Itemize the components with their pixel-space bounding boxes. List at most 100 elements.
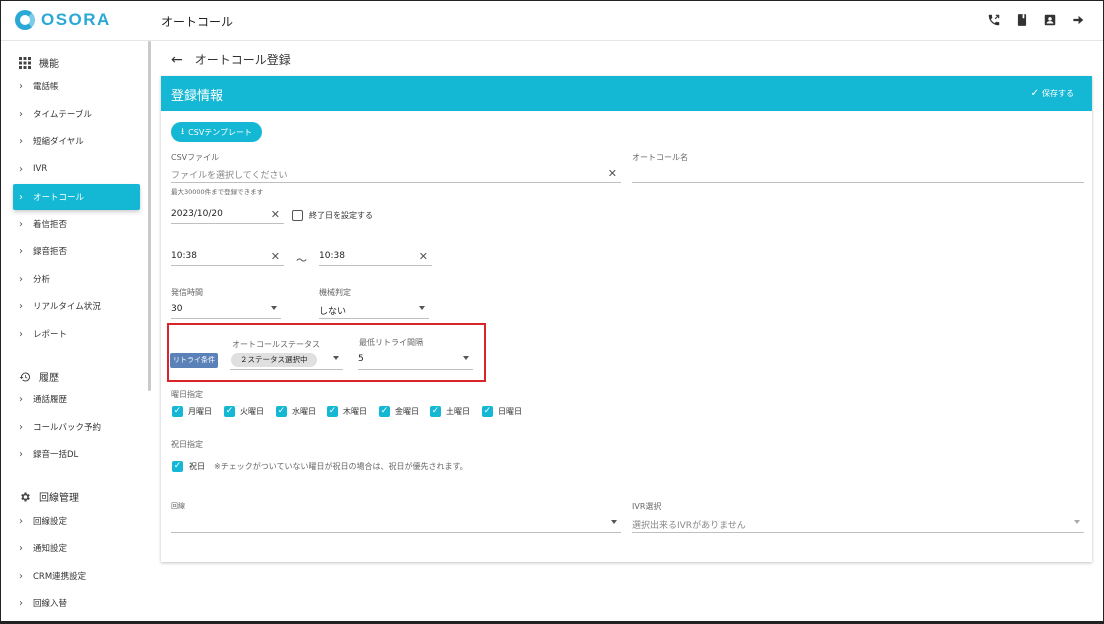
friday-label: 金曜日 [395, 407, 419, 416]
end-time-input[interactable]: 10:38 ✕ [319, 248, 432, 266]
line-select[interactable] [171, 515, 621, 533]
apps-grid-icon [19, 56, 31, 69]
sidebar-item-recording-download[interactable]: › 録音一括DL [13, 441, 140, 467]
chevron-right-icon: › [19, 218, 23, 230]
sidebar-item-line-settings[interactable]: › 回線設定 [13, 508, 140, 534]
csv-file-label: CSVファイル [171, 153, 220, 162]
retry-interval-label: 最低リトライ間隔 [359, 338, 423, 347]
dropdown-arrow-icon [463, 356, 469, 360]
machine-detection-select[interactable]: しない [319, 301, 429, 319]
chevron-right-icon: › [19, 135, 23, 147]
clear-icon[interactable]: ✕ [271, 250, 280, 263]
phone-forward-icon[interactable] [987, 13, 1001, 27]
app-title: オートコール [161, 15, 234, 29]
sidebar-section-history[interactable]: 履歴 [19, 369, 59, 384]
sidebar-item-recording-block[interactable]: › 録音拒否 [13, 238, 140, 264]
sidebar-item-notification-settings[interactable]: › 通知設定 [13, 535, 140, 561]
sidebar-item-label: 回線設定 [33, 517, 68, 527]
end-time-value: 10:38 [319, 251, 345, 261]
chevron-right-icon: › [19, 542, 23, 554]
sidebar-item-phonebook[interactable]: › 電話帳 [13, 73, 140, 99]
chevron-right-icon: › [19, 191, 23, 203]
sidebar-item-analysis[interactable]: › 分析 [13, 266, 140, 292]
clear-icon[interactable]: ✕ [271, 208, 280, 221]
arrow-left-icon[interactable]: ← [171, 52, 183, 68]
friday-checkbox[interactable]: ✓ [379, 406, 390, 417]
start-date-input[interactable]: 2023/10/20 ✕ [171, 206, 284, 224]
sunday-label: 日曜日 [498, 407, 522, 416]
chevron-right-icon: › [19, 245, 23, 257]
chevron-right-icon: › [19, 448, 23, 460]
csv-file-hint: 最大30000件まで登録できます [171, 188, 264, 196]
csv-file-input[interactable]: ファイルを選択してください ✕ [171, 165, 621, 183]
sidebar-item-label: リアルタイム状況 [33, 302, 101, 312]
saturday-checkbox[interactable]: ✓ [430, 406, 441, 417]
retry-interval-select[interactable]: 5 [358, 351, 473, 370]
chevron-right-icon: › [19, 393, 23, 405]
saturday-label: 土曜日 [446, 407, 470, 416]
sidebar-section-features[interactable]: 機能 [19, 55, 59, 70]
end-date-checkbox[interactable] [292, 210, 303, 221]
csv-template-button[interactable]: ⭳ CSVテンプレート [171, 122, 263, 142]
contact-card-icon[interactable] [1043, 13, 1057, 27]
call-duration-value: 30 [171, 304, 183, 314]
sidebar-item-call-history[interactable]: › 通話履歴 [13, 386, 140, 412]
brand-logo[interactable]: OSORA [15, 10, 111, 30]
top-actions [987, 13, 1085, 27]
dropdown-arrow-icon [1074, 520, 1080, 524]
end-date-checkbox-label: 終了日を設定する [309, 211, 373, 220]
wednesday-label: 水曜日 [292, 407, 316, 416]
sidebar-item-label: 録音拒否 [33, 247, 68, 257]
chevron-right-icon: › [19, 421, 23, 433]
sidebar-section-title: 機能 [39, 59, 59, 70]
clear-icon[interactable]: ✕ [419, 250, 428, 263]
autocall-name-input[interactable] [632, 165, 1084, 183]
holiday-checkbox[interactable]: ✓ [172, 461, 183, 472]
csv-file-placeholder: ファイルを選択してください [171, 171, 288, 181]
autocall-status-chip[interactable]: ２ステータス選択中 [231, 353, 317, 367]
book-icon[interactable] [1015, 13, 1029, 27]
monday-label: 月曜日 [188, 407, 212, 416]
sidebar-item-report[interactable]: › レポート [13, 321, 140, 347]
sidebar-item-label: CRM連携設定 [33, 572, 87, 582]
start-time-input[interactable]: 10:38 ✕ [171, 248, 284, 266]
tuesday-label: 火曜日 [240, 407, 264, 416]
clear-icon[interactable]: ✕ [608, 167, 617, 180]
call-duration-select[interactable]: 30 [171, 301, 281, 319]
sidebar-scrollbar[interactable] [148, 41, 151, 391]
sidebar-item-callback[interactable]: › コールバック予約 [13, 414, 140, 440]
save-button-label: 保存する [1042, 89, 1074, 98]
ivr-label: IVR選択 [632, 502, 662, 511]
sidebar-item-realtime[interactable]: › リアルタイム状況 [13, 293, 140, 319]
sidebar-item-ivr[interactable]: › IVR [13, 156, 140, 182]
card-title: 登録情報 [171, 89, 224, 104]
sidebar-item-label: 録音一括DL [33, 450, 79, 460]
sidebar-section-title: 履歴 [39, 373, 59, 384]
sidebar-item-timetable[interactable]: › タイムテーブル [13, 101, 140, 127]
machine-detection-value: しない [319, 307, 347, 317]
sidebar-section-line-management[interactable]: 回線管理 [19, 489, 79, 504]
sidebar-item-call-block[interactable]: › 着信拒否 [13, 211, 140, 237]
sidebar-item-autocall[interactable]: › オートコール [13, 184, 140, 210]
ivr-placeholder: 選択出来るIVRがありません [632, 521, 746, 531]
logout-icon[interactable] [1071, 13, 1085, 27]
download-icon: ⭳ [181, 127, 185, 137]
monday-checkbox[interactable]: ✓ [172, 406, 183, 417]
sidebar-item-line-swap[interactable]: › 回線入替 [13, 590, 140, 616]
sidebar-item-label: 回線入替 [33, 599, 68, 609]
sidebar-item-label: 電話帳 [33, 82, 59, 92]
save-button[interactable]: ✓ 保存する [1031, 88, 1074, 99]
sidebar-item-speed-dial[interactable]: › 短縮ダイヤル [13, 128, 140, 154]
sunday-checkbox[interactable]: ✓ [482, 406, 493, 417]
dropdown-arrow-icon [611, 520, 617, 524]
chevron-right-icon: › [19, 273, 23, 285]
sidebar-item-crm-settings[interactable]: › CRM連携設定 [13, 563, 140, 589]
ivr-select[interactable]: 選択出来るIVRがありません [632, 515, 1084, 533]
tuesday-checkbox[interactable]: ✓ [224, 406, 235, 417]
csv-template-label: CSVテンプレート [188, 127, 253, 137]
registration-card: 登録情報 ✓ 保存する ⭳ CSVテンプレート CSVファイル ファイルを選択し… [161, 76, 1092, 562]
wednesday-checkbox[interactable]: ✓ [276, 406, 287, 417]
chevron-right-icon: › [19, 570, 23, 582]
call-duration-label: 発信時間 [171, 288, 203, 297]
thursday-checkbox[interactable]: ✓ [327, 406, 338, 417]
